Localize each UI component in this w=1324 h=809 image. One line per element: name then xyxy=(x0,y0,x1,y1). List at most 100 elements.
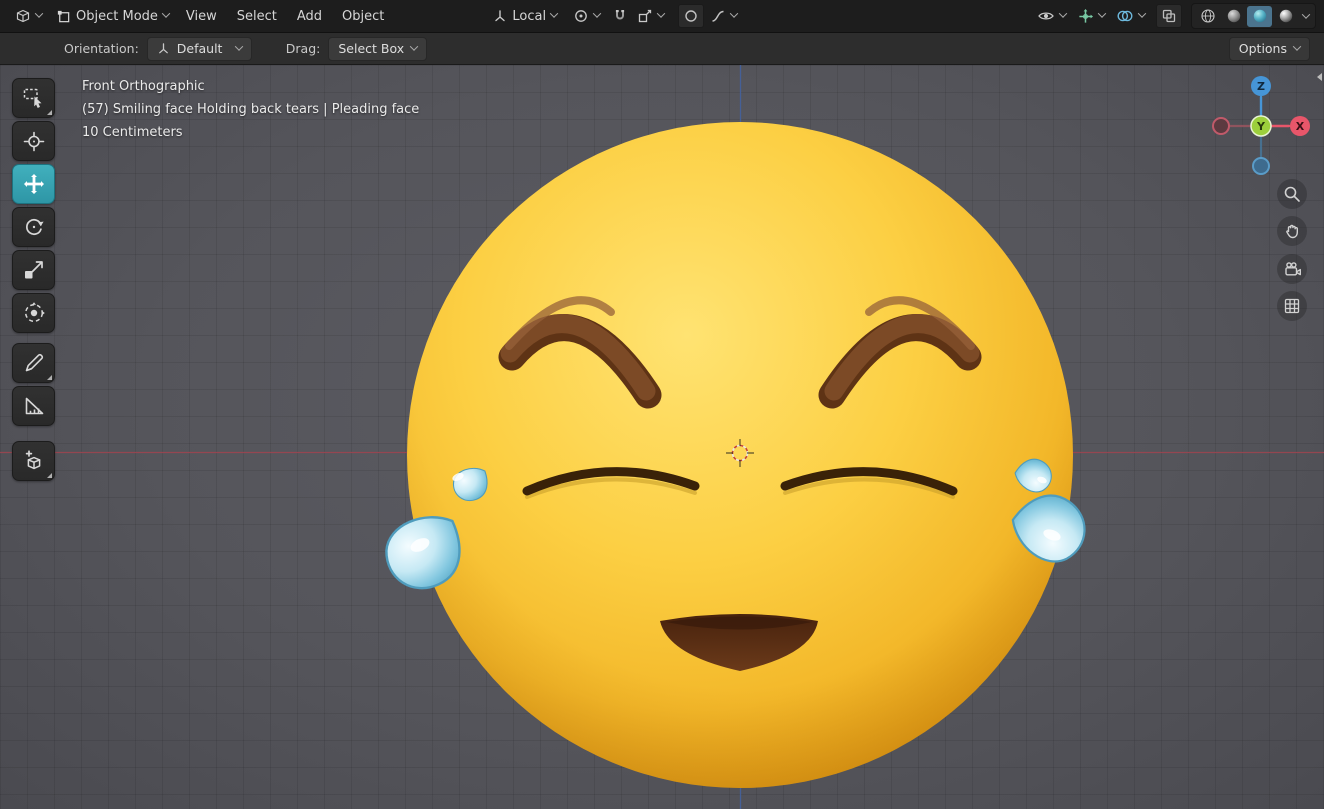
gizmo-axis-z-neg[interactable] xyxy=(1252,157,1270,175)
camera-view-icon xyxy=(1284,262,1301,276)
shading-rendered-button[interactable] xyxy=(1273,6,1298,27)
transform-orientation-dropdown[interactable]: Local xyxy=(486,3,564,29)
chevron-down-icon[interactable] xyxy=(1301,10,1311,19)
gizmo-axis-x-neg[interactable] xyxy=(1212,117,1230,135)
shading-solid-icon xyxy=(1227,9,1240,23)
chevron-down-icon xyxy=(1097,9,1107,18)
tool-move[interactable] xyxy=(12,164,55,204)
transform-orientation-label: Local xyxy=(512,8,547,24)
object-mode-icon xyxy=(57,10,70,22)
object-visibility-dropdown[interactable] xyxy=(1033,3,1070,29)
object-mode-label: Object Mode xyxy=(76,8,158,24)
tool-settings-bar: Orientation: Default Drag: Select Box Op… xyxy=(0,32,1324,65)
orientation-value: Default xyxy=(176,41,223,56)
tool-transform[interactable] xyxy=(12,293,55,333)
rotate-icon xyxy=(25,218,44,236)
shading-rendered-icon xyxy=(1279,9,1292,23)
snap-target-dropdown[interactable] xyxy=(633,3,668,29)
transform-orientation-icon xyxy=(495,10,506,22)
xray-toggle[interactable] xyxy=(1156,4,1182,28)
chevron-down-icon xyxy=(161,9,171,18)
chevron-down-icon xyxy=(409,41,419,51)
chevron-down-icon xyxy=(234,41,244,51)
select-box-icon xyxy=(23,88,41,108)
menu-add[interactable]: Add xyxy=(287,3,332,29)
zoom-icon xyxy=(1284,186,1300,202)
scene-svg xyxy=(0,65,1324,809)
viewport-header: Object Mode View Select Add Object Local xyxy=(0,0,1324,32)
proportional-falloff-icon xyxy=(712,10,724,22)
object-mode-dropdown[interactable]: Object Mode xyxy=(49,3,176,29)
blender-window: Object Mode View Select Add Object Local xyxy=(0,0,1324,809)
tool-select-box[interactable] xyxy=(12,78,55,118)
scale-icon xyxy=(24,261,43,279)
snap-toggle-button[interactable] xyxy=(609,3,631,29)
menu-select[interactable]: Select xyxy=(227,3,287,29)
measure-icon xyxy=(25,397,43,415)
chevron-down-icon xyxy=(549,9,559,18)
orientation-axis-icon xyxy=(158,43,168,54)
tool-measure[interactable] xyxy=(12,386,55,426)
proportional-editing-toggle[interactable] xyxy=(678,4,705,28)
navigation-gizmo[interactable]: Z X Y xyxy=(1208,74,1316,180)
toggle-perspective-button[interactable] xyxy=(1277,291,1307,321)
proportional-falloff-dropdown[interactable] xyxy=(706,3,741,29)
viewport-canvas[interactable]: Front Orthographic (57) Smiling face Hol… xyxy=(0,65,1324,809)
options-dropdown[interactable]: Options xyxy=(1228,36,1310,61)
editor-type-icon xyxy=(16,9,30,23)
toolbar xyxy=(12,78,55,481)
menu-object[interactable]: Object xyxy=(332,3,394,29)
gizmo-z-label: Z xyxy=(1257,80,1265,93)
tool-annotate[interactable] xyxy=(12,343,55,383)
tool-cursor[interactable] xyxy=(12,121,55,161)
chevron-down-icon xyxy=(1292,41,1302,51)
pan-button[interactable] xyxy=(1277,216,1307,246)
sidebar-toggle-arrow[interactable] xyxy=(1317,73,1322,81)
visibility-eye-icon xyxy=(1038,12,1054,20)
move-icon xyxy=(23,174,44,194)
chevron-down-icon xyxy=(729,9,739,18)
pivot-point-dropdown[interactable] xyxy=(566,3,607,29)
menu-view[interactable]: View xyxy=(176,3,227,29)
orientation-label: Orientation: xyxy=(64,41,139,56)
pivot-point-icon xyxy=(575,10,587,22)
zoom-button[interactable] xyxy=(1277,179,1307,209)
shading-wireframe-icon xyxy=(1200,9,1215,23)
xray-icon xyxy=(1162,9,1176,23)
overlays-dropdown[interactable] xyxy=(1112,3,1149,29)
pan-hand-icon xyxy=(1286,224,1298,239)
shading-wireframe-button[interactable] xyxy=(1195,6,1220,27)
add-cube-icon xyxy=(25,450,40,470)
editor-type-button[interactable] xyxy=(8,3,49,29)
toggle-grid-icon xyxy=(1284,298,1300,314)
chevron-down-icon xyxy=(592,9,602,18)
snap-magnet-icon xyxy=(615,10,625,20)
tool-rotate[interactable] xyxy=(12,207,55,247)
camera-view-button[interactable] xyxy=(1277,254,1307,284)
header-right-group xyxy=(1033,3,1316,29)
shading-material-button[interactable] xyxy=(1247,5,1272,27)
header-menus: View Select Add Object xyxy=(176,3,394,29)
gizmos-dropdown[interactable] xyxy=(1073,3,1109,29)
drag-dropdown[interactable]: Select Box xyxy=(328,36,428,61)
header-center-group: Local xyxy=(486,3,741,29)
chevron-down-icon xyxy=(34,9,44,18)
shading-material-icon xyxy=(1253,9,1266,23)
chevron-down-icon xyxy=(1137,9,1147,18)
chevron-down-icon xyxy=(656,9,666,18)
overlays-icon xyxy=(1117,10,1133,22)
viewport-shading-group xyxy=(1191,3,1316,29)
annotate-icon xyxy=(25,353,43,372)
orientation-dropdown[interactable]: Default xyxy=(146,36,252,61)
gizmo-y-label: Y xyxy=(1256,120,1266,133)
emoji-object[interactable] xyxy=(373,122,1098,788)
drag-value: Select Box xyxy=(338,41,405,56)
tool-add-cube[interactable] xyxy=(12,441,55,481)
shading-solid-button[interactable] xyxy=(1221,6,1246,27)
transform-icon xyxy=(24,302,45,323)
tool-scale[interactable] xyxy=(12,250,55,290)
drag-label: Drag: xyxy=(285,41,321,56)
header-left-group: Object Mode View Select Add Object xyxy=(8,3,394,29)
gizmo-x-label: X xyxy=(1296,120,1305,133)
gizmos-icon xyxy=(1079,8,1094,23)
